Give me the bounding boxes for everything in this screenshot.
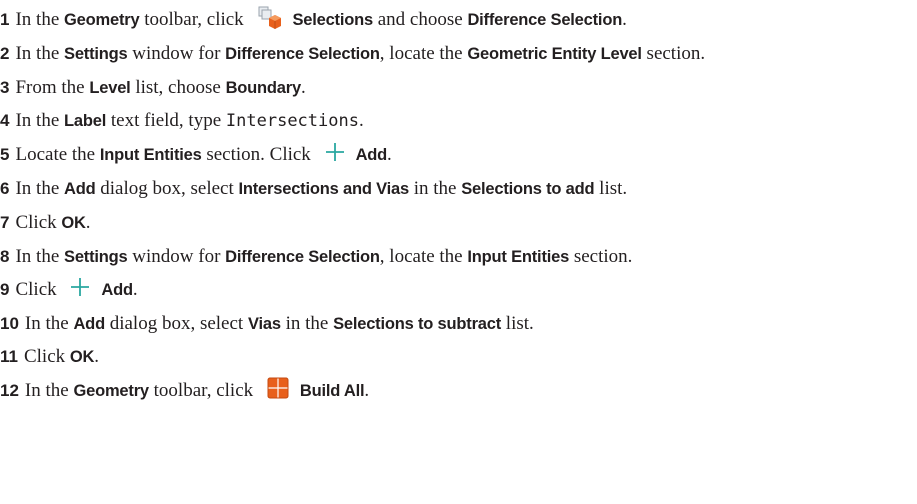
step-text: . (94, 346, 100, 367)
ui-term: Intersections and Vias (238, 179, 410, 198)
step-number: 4 (0, 111, 10, 130)
step-text: , locate the (379, 43, 468, 64)
step-text: window for (127, 246, 226, 267)
ui-term: Boundary (225, 78, 302, 97)
ui-term: Geometric Entity Level (467, 44, 642, 63)
step-text: Click (15, 212, 62, 233)
step-number: 10 (0, 314, 19, 333)
instruction-step: 4 In the Label text field, type Intersect… (0, 106, 364, 136)
ui-term: Selections to subtract (333, 314, 502, 333)
instruction-step: 5 Locate the Input Entities section. Clic… (0, 140, 392, 170)
step-text: toolbar, click (148, 380, 258, 401)
plus-icon (69, 276, 91, 304)
step-number: 8 (0, 247, 10, 266)
step-text: window for (127, 43, 226, 64)
step-number: 7 (0, 213, 10, 232)
ui-term: Input Entities (467, 247, 570, 266)
ui-term: Selections to add (461, 179, 595, 198)
ui-term: Add (64, 179, 96, 198)
instruction-step: 7 Click OK. (0, 208, 91, 238)
ui-term: OK (61, 213, 86, 232)
step-text: section. Click (201, 144, 316, 165)
ui-term: Add (101, 280, 133, 299)
ui-term: Geometry (73, 381, 149, 400)
instruction-step: 11 Click OK. (0, 342, 99, 372)
instruction-step: 12 In the Geometry toolbar, click Build A… (0, 376, 369, 406)
instruction-step: 6 In the Add dialog box, select Intersect… (0, 174, 627, 204)
instruction-step: 3 From the Level list, choose Boundary. (0, 73, 306, 103)
step-text: In the (15, 43, 65, 64)
step-text: , locate the (379, 246, 468, 267)
ui-term: Vias (247, 314, 281, 333)
ui-term: Input Entities (99, 145, 202, 164)
ui-term: Settings (64, 247, 128, 266)
selections-icon (256, 4, 282, 36)
step-text: Click (23, 346, 70, 367)
ui-term: Difference Selection (225, 44, 380, 63)
step-text: section. (569, 246, 633, 267)
step-text: dialog box, select (95, 178, 239, 199)
step-text: Locate the (15, 144, 100, 165)
step-text: . (358, 110, 364, 131)
step-text: text field, type (106, 110, 226, 131)
step-text: in the (408, 178, 462, 199)
step-text: dialog box, select (104, 313, 248, 334)
step-text: list, choose (130, 77, 226, 98)
step-text: In the (15, 178, 65, 199)
ui-term: Level (89, 78, 131, 97)
step-text: list. (501, 313, 534, 334)
ui-term: Add (355, 145, 388, 164)
instruction-step: 8 In the Settings window for Difference S… (0, 242, 632, 272)
ui-term: OK (69, 347, 95, 366)
step-text: From the (15, 77, 90, 98)
step-text: . (300, 77, 306, 98)
step-text: In the (24, 313, 74, 334)
build-all-icon (266, 376, 290, 406)
step-number: 3 (0, 78, 10, 97)
ui-term: Build All (299, 381, 365, 400)
step-number: 12 (0, 381, 19, 400)
step-number: 6 (0, 179, 10, 198)
step-text: section. (641, 43, 706, 64)
ui-term: Difference Selection (467, 10, 623, 29)
step-text: Click (15, 279, 62, 300)
instruction-step: 10 In the Add dialog box, select Vias in … (0, 309, 534, 339)
step-text: . (622, 9, 627, 30)
ui-term: Add (73, 314, 105, 333)
step-text: . (364, 380, 370, 401)
instruction-step: 1 In the Geometry toolbar, click Selectio… (0, 5, 627, 35)
plus-icon (324, 141, 346, 169)
step-text: . (85, 212, 91, 233)
step-text: In the (24, 380, 74, 401)
ui-term: Geometry (64, 10, 140, 29)
instruction-step: 2 In the Settings window for Difference S… (0, 39, 705, 69)
step-number: 1 (0, 10, 10, 29)
ui-term: Settings (64, 44, 128, 63)
step-text: In the (15, 110, 65, 131)
step-text: in the (280, 313, 334, 334)
step-number: 2 (0, 44, 10, 63)
ui-term: Difference Selection (225, 247, 380, 266)
step-text: In the (15, 246, 65, 267)
step-text: and choose (372, 9, 468, 30)
ui-term: Label (64, 111, 107, 130)
step-number: 9 (0, 280, 10, 299)
instruction-step: 9 Click Add. (0, 275, 138, 305)
step-text: list. (594, 178, 628, 199)
typed-value: Intersections (225, 111, 359, 131)
ui-term: Selections (292, 10, 373, 29)
step-text: . (387, 144, 392, 165)
step-number: 5 (0, 145, 10, 164)
step-text: toolbar, click (139, 9, 249, 30)
step-number: 11 (0, 347, 18, 366)
step-text: . (132, 279, 138, 300)
step-text: In the (15, 9, 65, 30)
